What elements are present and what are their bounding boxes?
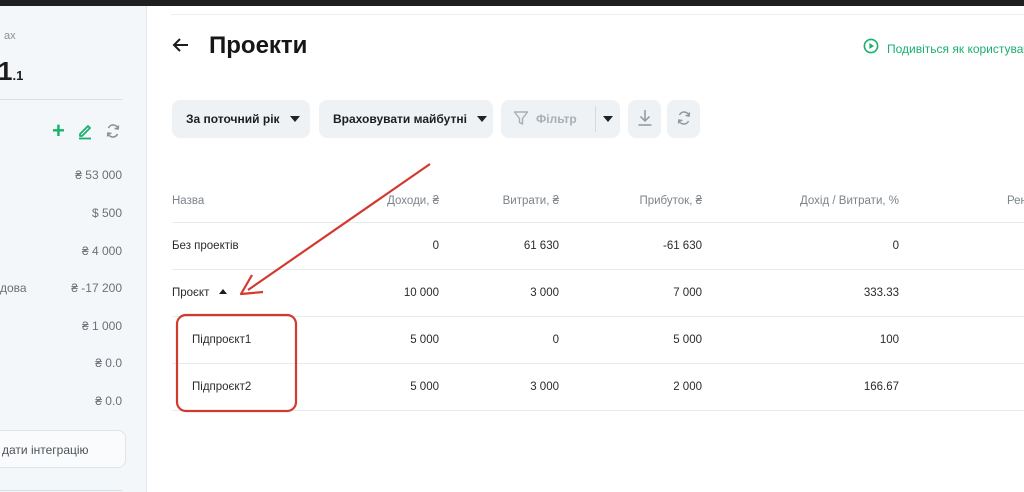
column-header-profit[interactable]: Прибуток, ₴: [592, 176, 702, 222]
row-expenses: 0: [552, 334, 559, 346]
filter-label: Фільтр: [536, 112, 577, 126]
chevron-down-icon: [603, 116, 613, 122]
column-header-expenses[interactable]: Витрати, ₴: [472, 176, 559, 222]
projects-table: Назва Доходи, ₴ Витрати, ₴ Прибуток, ₴ Д…: [172, 176, 1024, 411]
row-ratio: 333.33: [863, 287, 899, 299]
play-circle-icon: [863, 38, 879, 59]
add-integration-button[interactable]: дати інтеграцію: [0, 430, 126, 468]
sidebar-account-balance: ₴ 53 000: [75, 168, 122, 182]
sidebar-account-balance: $ 500: [91, 206, 122, 220]
table-row[interactable]: Проєкт 10 000 3 000 7 000 333.33: [172, 270, 1024, 317]
period-dropdown[interactable]: За поточний рік: [172, 100, 310, 138]
sidebar-account-balance: ₴ -17 200: [71, 281, 122, 295]
download-icon: [637, 109, 653, 130]
table-row-subproject[interactable]: Підпроєкт2 5 000 3 000 2 000 166.67: [172, 364, 1024, 411]
row-profit: 5 000: [673, 334, 702, 346]
filter-control[interactable]: Фільтр: [501, 100, 620, 138]
sidebar-divider: [0, 490, 122, 491]
view-as-user-label: Подивіться як користувач: [887, 41, 1024, 56]
row-name: Підпроєкт1: [192, 334, 252, 346]
row-profit: 2 000: [673, 381, 702, 393]
row-ratio: 0: [892, 240, 899, 252]
column-header-income-expense-ratio[interactable]: Дохід / Витрати, %: [742, 176, 899, 222]
sidebar-account-balance: ₴ 0.0: [95, 394, 122, 408]
period-dropdown-label: За поточний рік: [186, 112, 280, 126]
chevron-down-icon: [289, 116, 300, 122]
row-profit: 7 000: [673, 287, 702, 299]
sidebar-account-row[interactable]: ₴ 0.0: [0, 394, 146, 414]
table-header: Назва Доходи, ₴ Витрати, ₴ Прибуток, ₴ Д…: [172, 176, 1024, 223]
sidebar-account-row[interactable]: ₴ 53 000: [0, 168, 146, 188]
refresh-button[interactable]: [667, 100, 700, 138]
include-future-dropdown[interactable]: Враховувати майбутні: [319, 100, 493, 138]
sidebar-account-row[interactable]: ₴ 4 000: [0, 244, 146, 264]
collapse-triangle-icon[interactable]: [219, 289, 228, 295]
sidebar-balance-fraction: .1: [12, 68, 24, 83]
projects-main: Проекти Подивіться як користувач За пото…: [147, 6, 1024, 492]
row-name: Підпроєкт2: [192, 381, 252, 393]
row-income: 5 000: [410, 334, 439, 346]
row-expenses: 61 630: [523, 240, 559, 252]
include-future-label: Враховувати майбутні: [333, 112, 467, 126]
sidebar-account-row[interactable]: ₴ 1 000: [0, 319, 146, 339]
row-name: Проєкт: [172, 287, 210, 299]
sidebar-caption: ах: [4, 30, 16, 42]
funnel-icon: [513, 110, 529, 129]
sidebar-balance-value: 1: [0, 56, 12, 86]
refresh-icon: [676, 110, 692, 129]
row-ratio: 100: [879, 334, 899, 346]
download-button[interactable]: [628, 100, 661, 138]
sidebar-account-row[interactable]: ₴ 0.0: [0, 356, 146, 376]
plus-icon[interactable]: +: [52, 120, 65, 142]
row-income: 10 000: [403, 287, 439, 299]
column-header-name[interactable]: Назва: [172, 176, 204, 222]
accounts-sidebar: ах 1.1 + ₴ 53 000 $ 500 ₴ 4 000 дова ₴ -…: [0, 6, 147, 492]
column-header-profitability[interactable]: Рен: [1007, 176, 1024, 222]
pencil-icon[interactable]: [77, 122, 93, 140]
sidebar-account-balance: ₴ 4 000: [81, 244, 122, 258]
view-as-user-link[interactable]: Подивіться як користувач: [863, 38, 1024, 59]
row-ratio: 166.67: [863, 381, 899, 393]
row-name-with-toggle: Проєкт: [172, 270, 228, 316]
filter-button[interactable]: Фільтр: [501, 110, 595, 129]
filter-dropdown-toggle[interactable]: [596, 116, 620, 122]
arrow-left-icon[interactable]: [172, 36, 190, 59]
sidebar-balance: 1.1: [0, 56, 23, 87]
table-row-subproject[interactable]: Підпроєкт1 5 000 0 5 000 100: [172, 317, 1024, 364]
chevron-down-icon: [476, 116, 487, 122]
row-profit: -61 630: [662, 240, 702, 252]
sidebar-toolbar: +: [52, 120, 121, 142]
row-expenses: 3 000: [530, 381, 559, 393]
header-divider: [171, 14, 1024, 15]
table-row[interactable]: Без проектів 0 61 630 -61 630 0: [172, 223, 1024, 270]
sidebar-account-row[interactable]: $ 500: [0, 206, 146, 226]
row-name: Без проектів: [172, 240, 239, 252]
refresh-icon[interactable]: [105, 123, 121, 139]
page-title: Проекти: [209, 32, 308, 59]
column-header-income[interactable]: Доходи, ₴: [322, 176, 439, 222]
row-income: 5 000: [410, 381, 439, 393]
sidebar-account-balance: ₴ 0.0: [95, 356, 122, 370]
sidebar-divider: [0, 99, 122, 100]
row-income: 0: [432, 240, 439, 252]
row-expenses: 3 000: [530, 287, 559, 299]
sidebar-account-name: дова: [0, 281, 27, 295]
sidebar-account-row[interactable]: дова ₴ -17 200: [0, 281, 146, 301]
sidebar-account-balance: ₴ 1 000: [81, 319, 122, 333]
